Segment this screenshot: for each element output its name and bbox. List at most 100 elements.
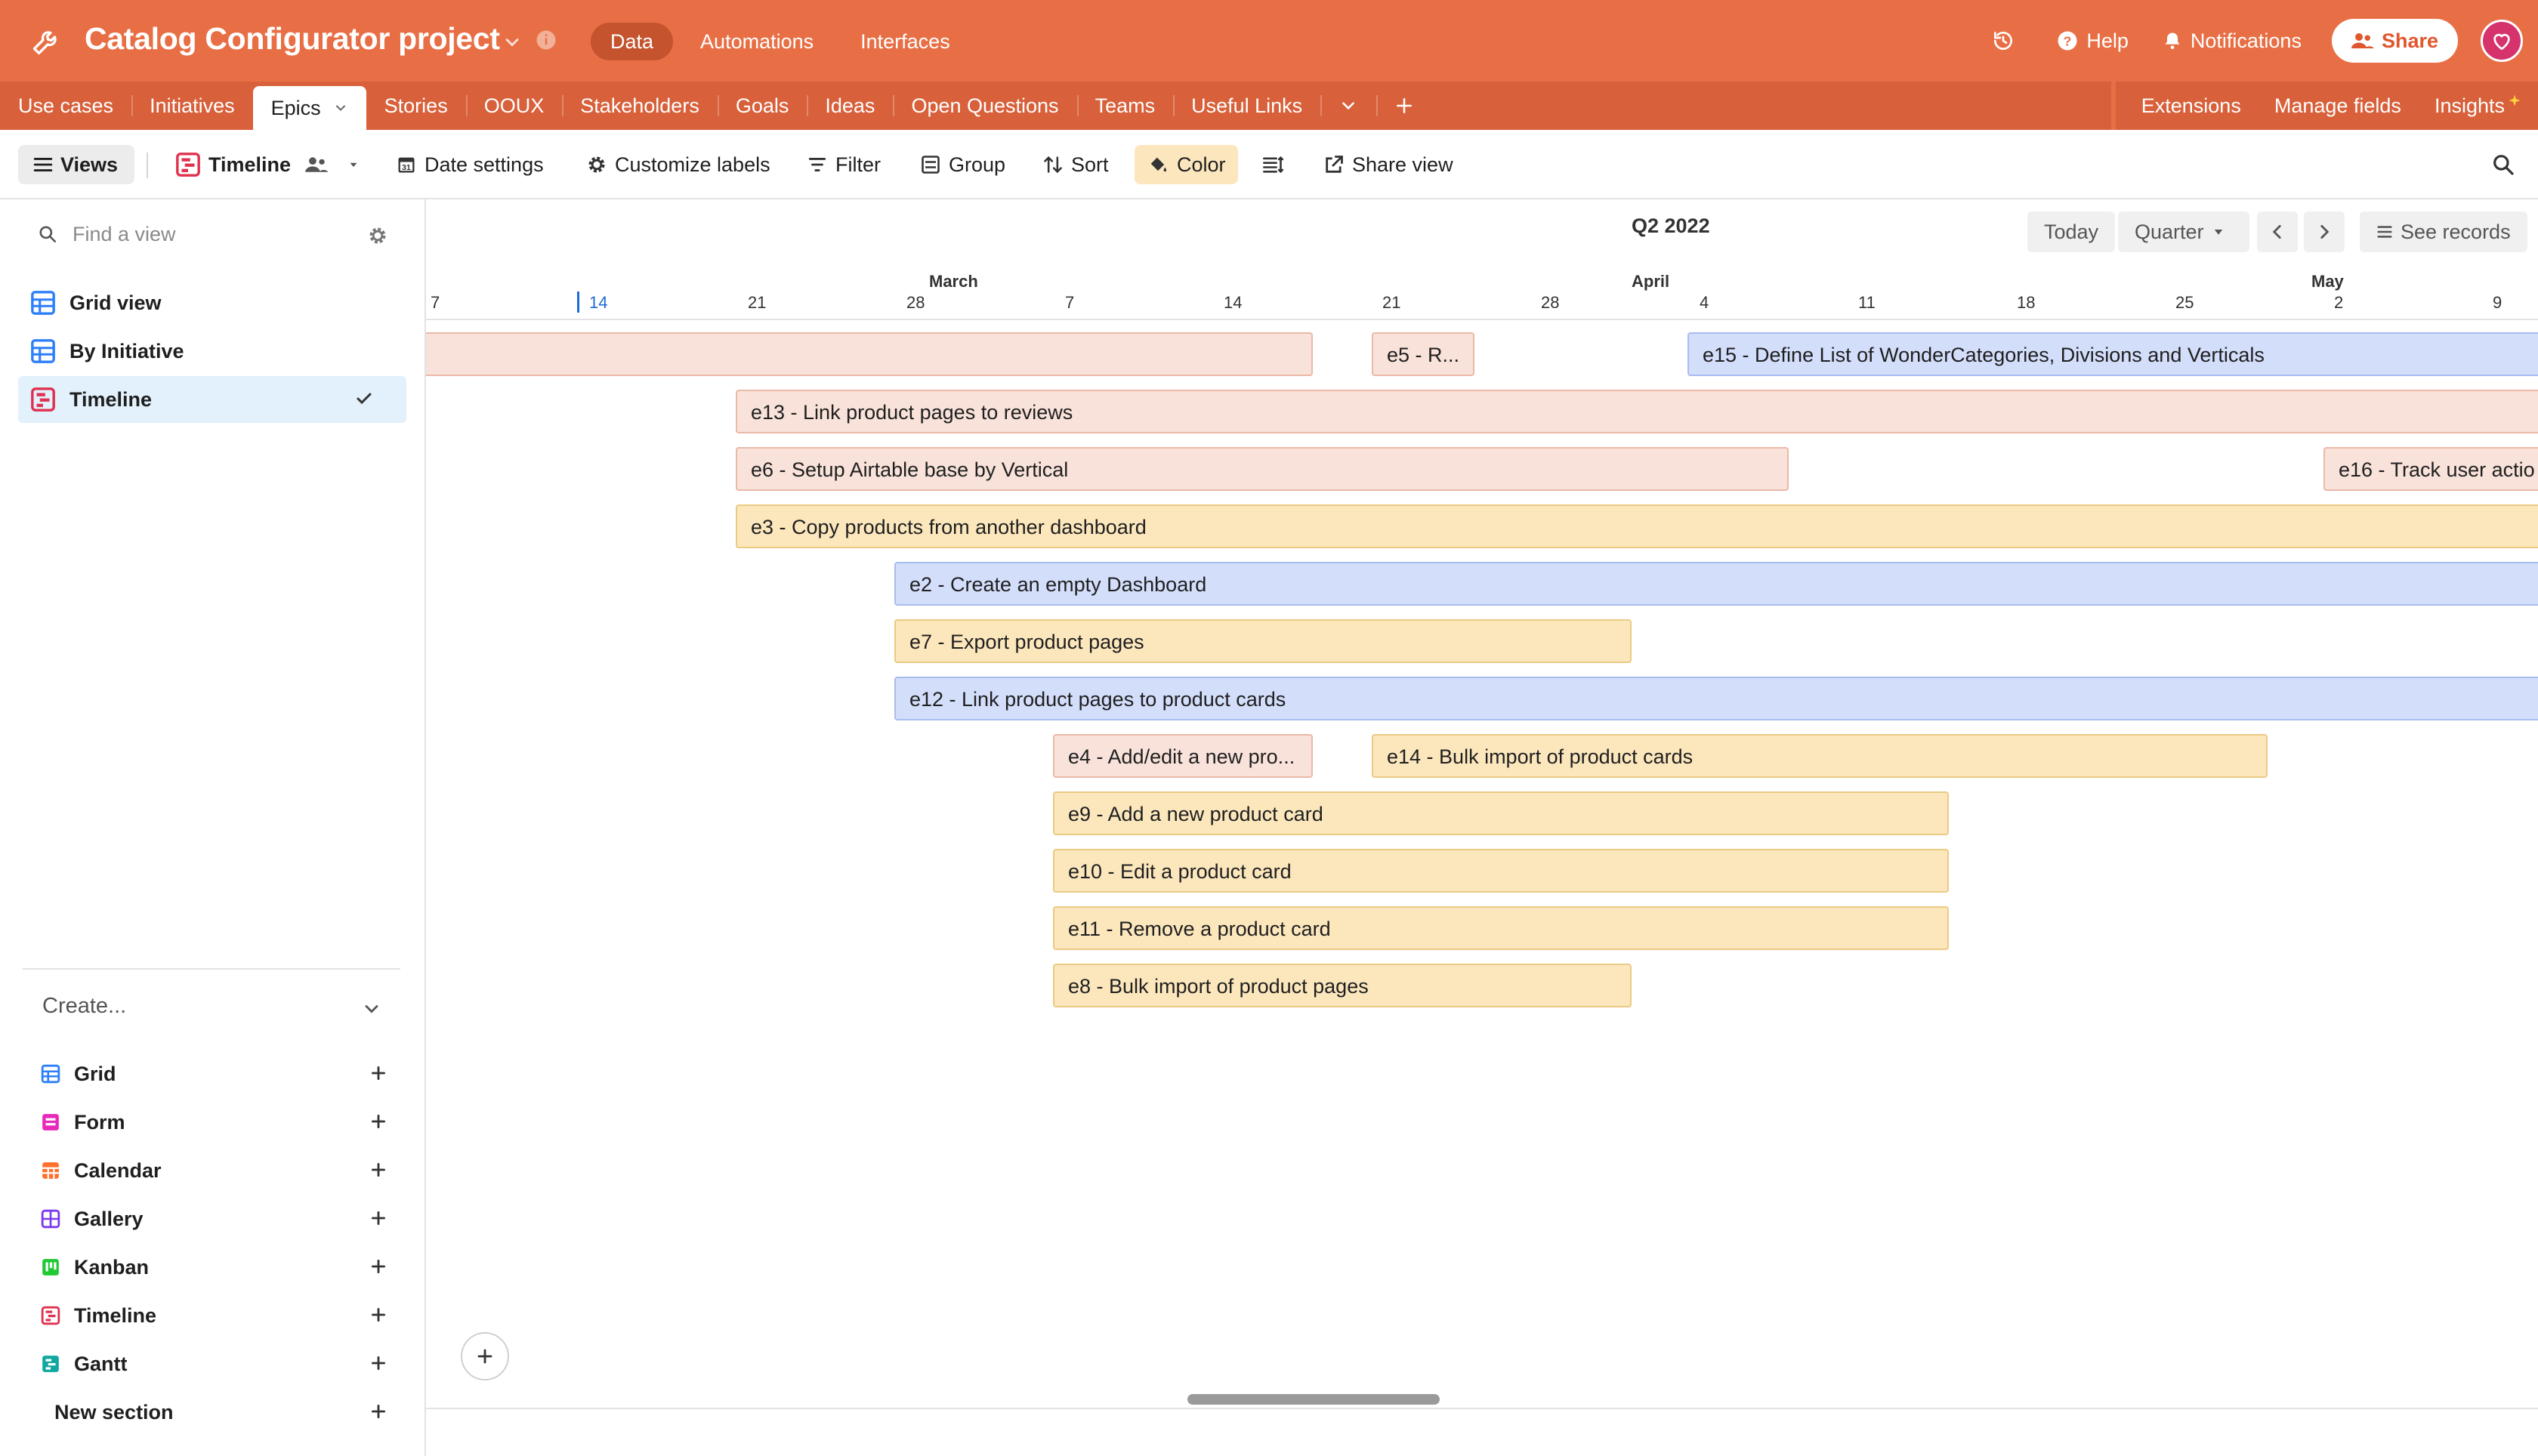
create-kanban[interactable]: Kanban (41, 1243, 388, 1291)
share-view-button[interactable]: Share view (1323, 145, 1453, 184)
tab-open-questions[interactable]: Open Questions (893, 82, 1076, 130)
create-heading[interactable]: Create... (42, 994, 126, 1019)
plus-icon (477, 1349, 492, 1364)
create-item-label: Calendar (74, 1158, 162, 1182)
create-gallery[interactable]: Gallery (41, 1195, 388, 1243)
tab-goals[interactable]: Goals (717, 82, 807, 130)
insights-button[interactable]: Insights (2418, 94, 2538, 118)
timeline-bar[interactable]: e11 - Remove a product card (1053, 906, 1949, 950)
timeline-bar[interactable]: e13 - Link product pages to reviews (736, 390, 2538, 433)
group-button[interactable]: Group (920, 145, 1005, 184)
row-height-button[interactable] (1261, 145, 1292, 184)
sparkle-icon (2509, 94, 2521, 106)
horizontal-scrollbar[interactable] (1187, 1394, 1440, 1405)
view-item-grid-view[interactable]: Grid view (18, 279, 406, 326)
tab-stakeholders[interactable]: Stakeholders (562, 82, 718, 130)
see-records-button[interactable]: See records (2360, 211, 2527, 252)
views-toggle-button[interactable]: Views (18, 145, 135, 184)
nav-interfaces[interactable]: Interfaces (841, 23, 970, 60)
table-tabs: Use cases Initiatives Epics Stories OOUX… (0, 82, 1432, 130)
new-section-button[interactable]: New section (41, 1388, 388, 1436)
find-view-input[interactable] (73, 222, 360, 246)
day-label: 14 (1224, 293, 1243, 312)
insights-label: Insights (2434, 94, 2505, 117)
calendar-icon (42, 1162, 59, 1179)
scale-dropdown[interactable]: Quarter (2118, 211, 2249, 252)
help-button[interactable]: ? Help (2056, 29, 2129, 53)
timeline-bar[interactable]: e14 - Bulk import of product cards (1372, 734, 2268, 778)
create-gantt[interactable]: Gantt (41, 1340, 388, 1388)
view-item-timeline[interactable]: Timeline (18, 376, 406, 423)
tab-useful-links[interactable]: Useful Links (1173, 82, 1320, 130)
more-tables-button[interactable] (1320, 82, 1376, 130)
tab-teams[interactable]: Teams (1076, 82, 1174, 130)
create-calendar[interactable]: Calendar (41, 1146, 388, 1195)
external-link-icon (1326, 156, 1343, 173)
tab-epics[interactable]: Epics (252, 86, 366, 130)
base-title[interactable]: Catalog Configurator project (85, 21, 500, 57)
share-button[interactable]: Share (2331, 19, 2458, 63)
see-records-label: See records (2401, 220, 2511, 243)
nav-automations[interactable]: Automations (681, 23, 833, 60)
tab-ooux[interactable]: OOUX (465, 82, 563, 130)
prev-period-button[interactable] (2257, 211, 2298, 252)
view-item-label: Grid view (69, 291, 162, 314)
avatar[interactable] (2481, 20, 2523, 62)
view-toolbar: Views Timeline 31 Date settings Customiz… (0, 130, 2538, 199)
color-button[interactable]: Color (1135, 145, 1238, 184)
svg-text:?: ? (2064, 33, 2072, 48)
timeline-bar[interactable]: e12 - Link product pages to product card… (894, 677, 2538, 720)
gallery-icon (41, 1209, 60, 1229)
view-switcher[interactable]: Timeline (175, 145, 368, 184)
timeline-bar[interactable]: e15 - Define List of WonderCategories, D… (1687, 332, 2538, 376)
extensions-button[interactable]: Extensions (2125, 94, 2258, 118)
timeline-bar[interactable]: e3 - Copy products from another dashboar… (736, 504, 2538, 548)
timeline-bar[interactable]: e2 - Create an empty Dashboard (894, 562, 2538, 606)
grid-icon (31, 339, 55, 363)
add-table-button[interactable] (1376, 82, 1432, 130)
timeline-bar[interactable] (426, 332, 1313, 376)
view-item-by-initiative[interactable]: By Initiative (18, 328, 406, 375)
tab-use-cases[interactable]: Use cases (0, 82, 131, 130)
next-period-button[interactable] (2304, 211, 2345, 252)
tab-ideas[interactable]: Ideas (807, 82, 893, 130)
gear-icon[interactable] (367, 225, 388, 246)
timeline-bar[interactable]: e16 - Track user actio (2323, 447, 2538, 491)
add-record-button[interactable] (461, 1332, 509, 1380)
tab-initiatives[interactable]: Initiatives (131, 82, 253, 130)
history-button[interactable] (1991, 29, 2023, 53)
chevron-down-icon (1342, 102, 1354, 110)
chevron-down-icon[interactable] (333, 100, 348, 116)
customize-labels-button[interactable]: Customize labels (586, 145, 770, 184)
chevron-down-icon[interactable] (361, 998, 382, 1020)
nav-data[interactable]: Data (591, 23, 674, 60)
sort-button[interactable]: Sort (1042, 145, 1109, 184)
date-settings-button[interactable]: 31 Date settings (396, 145, 544, 184)
create-item-label: Gantt (74, 1352, 128, 1375)
create-grid[interactable]: Grid (41, 1050, 388, 1098)
timeline-bar[interactable]: e4 - Add/edit a new pro... (1053, 734, 1313, 778)
timeline-bar[interactable]: e7 - Export product pages (894, 619, 1632, 663)
create-timeline[interactable]: Timeline (41, 1291, 388, 1340)
filter-button[interactable]: Filter (807, 145, 881, 184)
user-avatar-icon (2493, 33, 2510, 51)
chevron-left-icon (2272, 225, 2281, 239)
search-icon[interactable] (2491, 153, 2515, 177)
toolbar-divider (147, 153, 148, 178)
timeline-bar[interactable]: e10 - Edit a product card (1053, 849, 1949, 893)
info-icon[interactable] (535, 29, 557, 51)
timeline-footer-divider (426, 1408, 2538, 1409)
plus-icon (372, 1260, 385, 1273)
create-form[interactable]: Form (41, 1098, 388, 1146)
timeline-bar[interactable]: e9 - Add a new product card (1053, 791, 1949, 835)
chevron-down-icon[interactable] (502, 32, 523, 53)
today-button[interactable]: Today (2027, 211, 2116, 252)
notifications-button[interactable]: Notifications (2162, 29, 2302, 53)
day-label: 21 (1382, 293, 1401, 312)
timeline-bar[interactable]: e8 - Bulk import of product pages (1053, 964, 1632, 1007)
manage-fields-button[interactable]: Manage fields (2258, 94, 2418, 118)
timeline-bar[interactable]: e6 - Setup Airtable base by Vertical (736, 447, 1789, 491)
timeline-bar[interactable]: e5 - R... (1372, 332, 1474, 376)
wrench-icon[interactable] (30, 24, 63, 57)
tab-stories[interactable]: Stories (366, 82, 466, 130)
